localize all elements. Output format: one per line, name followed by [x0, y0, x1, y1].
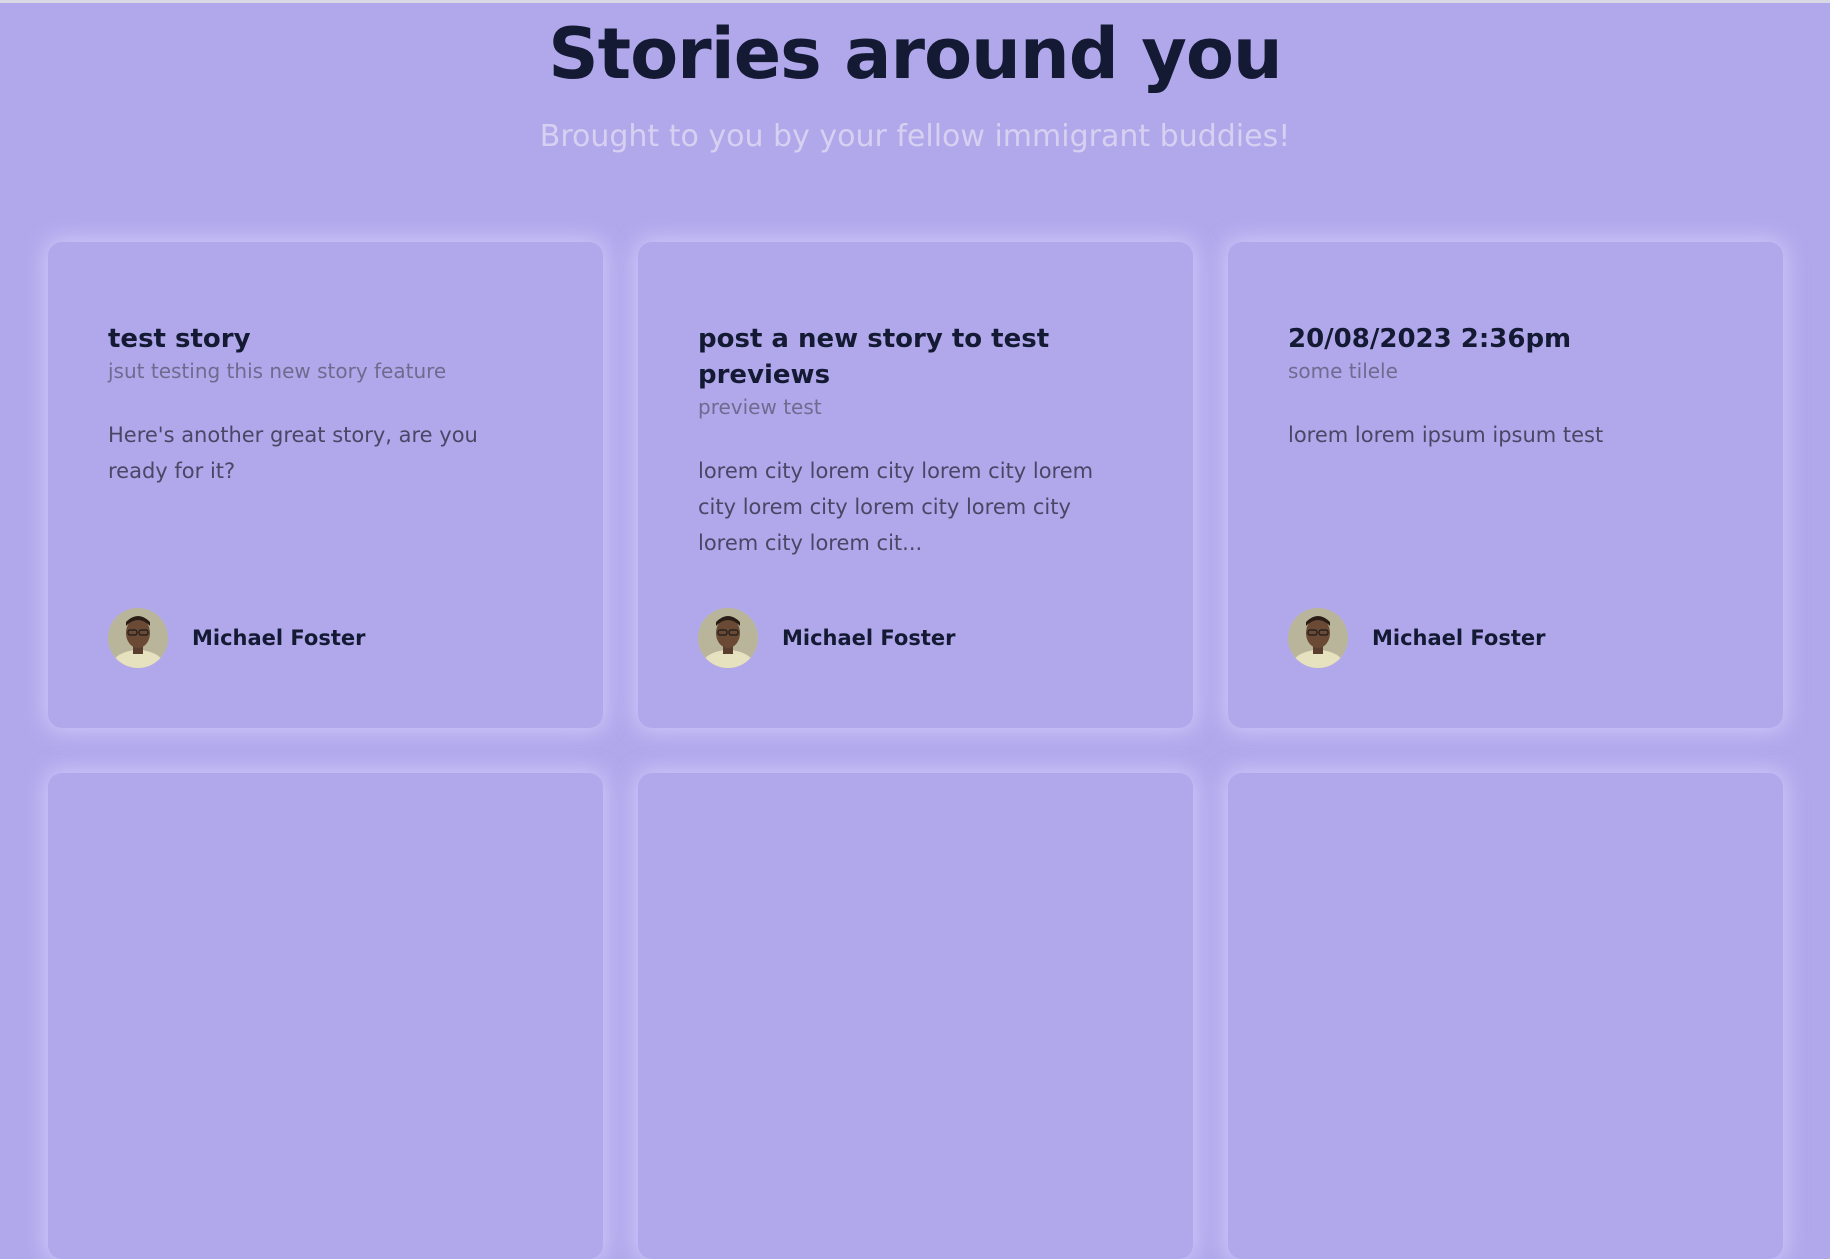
story-author[interactable]: Michael Foster — [698, 608, 955, 668]
page-title: Stories around you — [548, 13, 1283, 95]
story-card[interactable]: post a new story to test previews previe… — [638, 242, 1193, 728]
story-preview: lorem city lorem city lorem city lorem c… — [698, 459, 1094, 555]
author-name[interactable]: Michael Foster — [782, 626, 955, 650]
story-subtitle: jsut testing this new story feature — [108, 359, 447, 383]
top-border — [0, 0, 1830, 3]
story-card[interactable]: test story jsut testing this new story f… — [48, 242, 603, 728]
page-subtitle: Brought to you by your fellow immigrant … — [539, 119, 1291, 154]
story-card[interactable] — [48, 773, 603, 1259]
story-preview: lorem lorem ipsum ipsum test — [1288, 423, 1604, 447]
author-name[interactable]: Michael Foster — [1372, 626, 1545, 650]
story-card[interactable] — [638, 773, 1193, 1259]
story-subtitle: preview test — [698, 395, 822, 419]
stories-grid: test story jsut testing this new story f… — [48, 242, 1784, 1259]
author-name[interactable]: Michael Foster — [192, 626, 365, 650]
story-subtitle: some tilele — [1288, 359, 1398, 383]
author-avatar[interactable] — [108, 608, 168, 668]
story-title[interactable]: post a new story to test previews — [698, 321, 1133, 393]
story-title[interactable]: 20/08/2023 2:36pm — [1288, 321, 1723, 357]
story-card[interactable]: 20/08/2023 2:36pm some tilele lorem lore… — [1228, 242, 1783, 728]
story-title[interactable]: test story — [108, 321, 543, 357]
story-card[interactable] — [1228, 773, 1783, 1259]
story-preview: Here's another great story, are you read… — [108, 423, 478, 483]
story-author[interactable]: Michael Foster — [108, 608, 365, 668]
story-author[interactable]: Michael Foster — [1288, 608, 1545, 668]
author-avatar[interactable] — [698, 608, 758, 668]
author-avatar[interactable] — [1288, 608, 1348, 668]
